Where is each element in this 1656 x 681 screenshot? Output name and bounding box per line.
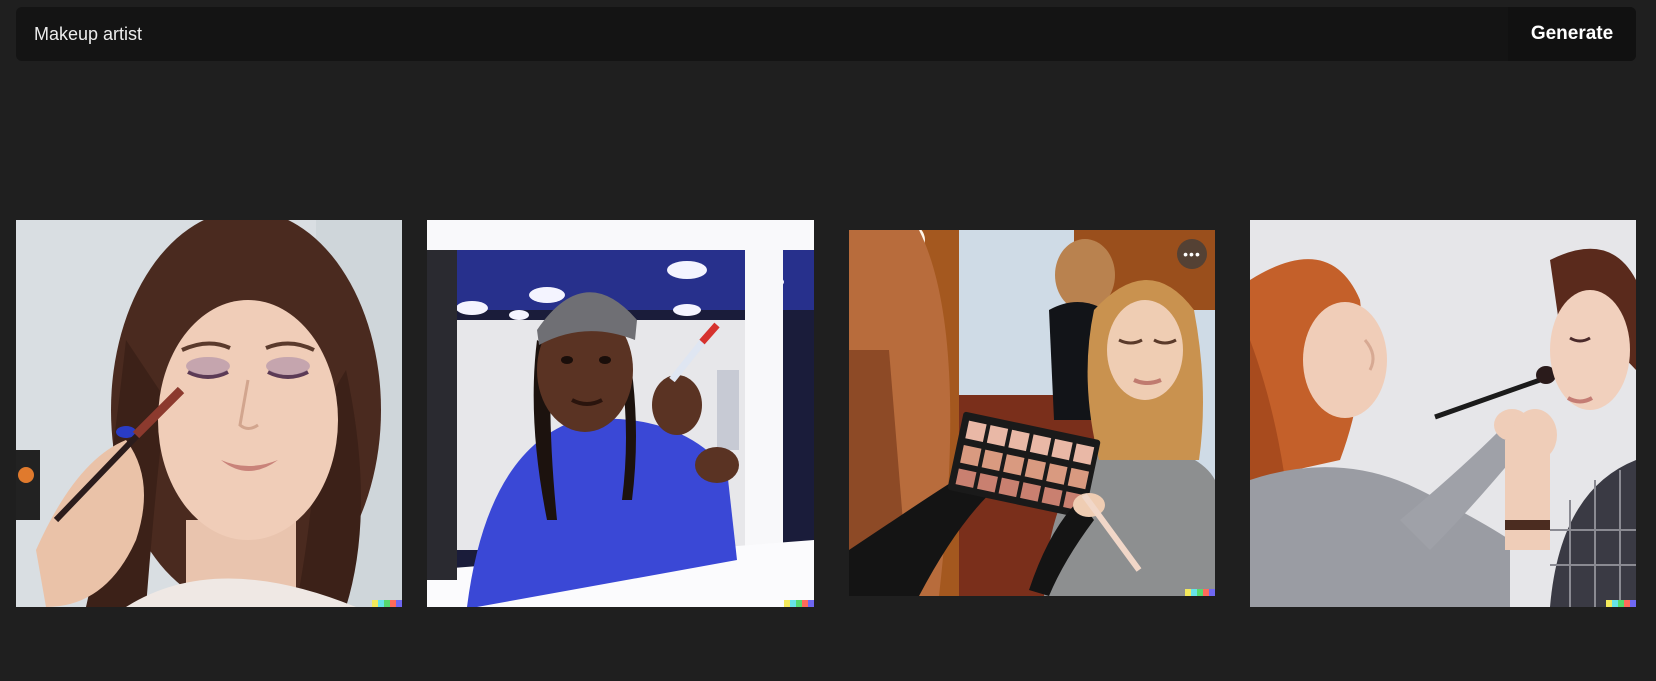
result-image-1[interactable] xyxy=(16,220,402,607)
signature-swatch xyxy=(396,600,402,607)
image-signature xyxy=(1185,589,1215,596)
image-signature xyxy=(372,600,402,607)
generate-button[interactable]: Generate xyxy=(1508,7,1636,61)
result-image-3[interactable]: ••• xyxy=(849,230,1215,596)
makeup-artist-with-palette xyxy=(849,230,1215,596)
result-image-2[interactable] xyxy=(427,220,814,607)
makeup-portrait-woman-closed-eyes xyxy=(16,220,402,607)
makeup-artist-man-mirror xyxy=(427,220,814,607)
makeup-artist-profile-two-women xyxy=(1250,220,1636,607)
image-signature xyxy=(784,600,814,607)
signature-swatch xyxy=(1209,589,1215,596)
prompt-input[interactable]: Makeup artist xyxy=(34,7,142,61)
image-signature xyxy=(1606,600,1636,607)
signature-swatch xyxy=(1630,600,1636,607)
result-image-4[interactable] xyxy=(1250,220,1636,607)
prompt-bar: Makeup artist Generate xyxy=(16,7,1636,61)
signature-swatch xyxy=(808,600,814,607)
more-options-button[interactable]: ••• xyxy=(1177,239,1207,269)
